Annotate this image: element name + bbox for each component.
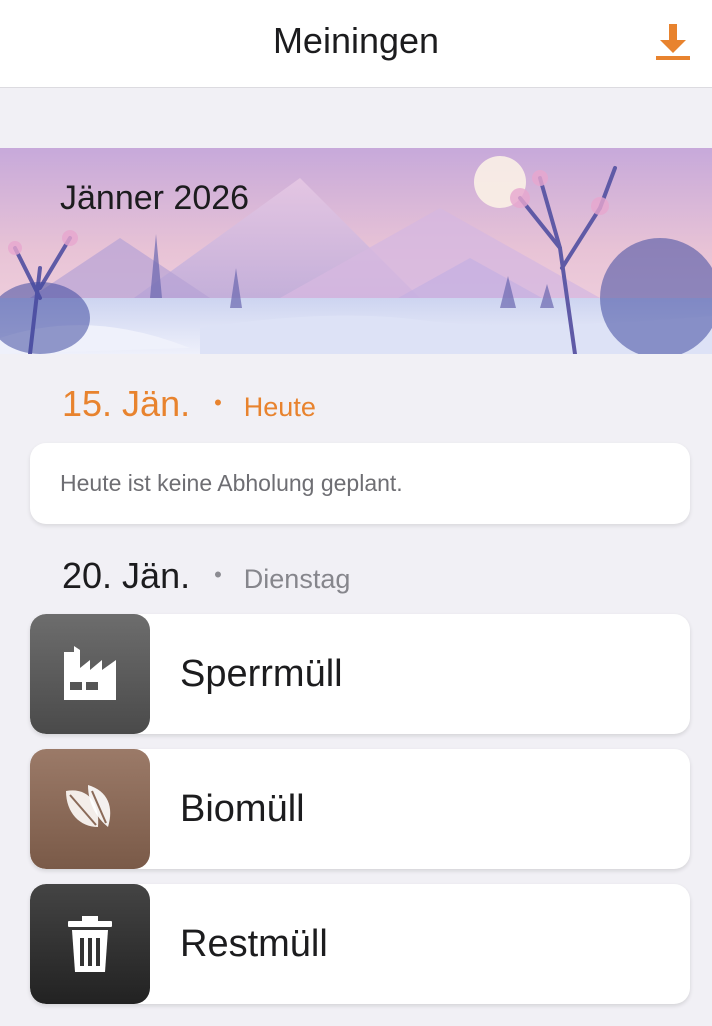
download-icon	[656, 24, 690, 60]
day-label: Heute	[243, 392, 316, 422]
pickup-icon-tile	[30, 884, 150, 1004]
pickup-icon-tile	[30, 614, 150, 734]
day-date: 15. Jän.	[62, 383, 191, 424]
month-title: Jänner 2026	[60, 179, 250, 217]
pickup-card-sperrmuell[interactable]: Sperrmüll	[30, 614, 690, 734]
pickup-card-biomuell[interactable]: Biomüll	[30, 749, 690, 869]
day-date: 20. Jän.	[62, 555, 191, 596]
pickup-label: Restmüll	[180, 922, 328, 965]
download-button[interactable]	[650, 18, 696, 64]
month-banner: Jänner 2026	[0, 148, 712, 354]
day-header-today: 15. Jän. • Heute	[62, 382, 316, 427]
leaf-icon	[66, 785, 111, 827]
day-header-next: 20. Jän. • Dienstag	[62, 554, 350, 599]
separator-dot: •	[214, 562, 222, 587]
app-bar: Meiningen	[0, 0, 712, 88]
day-label: Dienstag	[243, 564, 351, 594]
pickup-label: Biomüll	[180, 787, 305, 830]
no-pickup-note: Heute ist keine Abholung geplant.	[30, 443, 690, 524]
factory-icon	[64, 646, 116, 700]
separator-dot: •	[214, 390, 222, 415]
page-title: Meiningen	[272, 20, 440, 61]
pickup-label: Sperrmüll	[180, 652, 343, 695]
trash-icon	[68, 916, 112, 972]
pickup-card-restmuell[interactable]: Restmüll	[30, 884, 690, 1004]
pickup-icon-tile	[30, 749, 150, 869]
